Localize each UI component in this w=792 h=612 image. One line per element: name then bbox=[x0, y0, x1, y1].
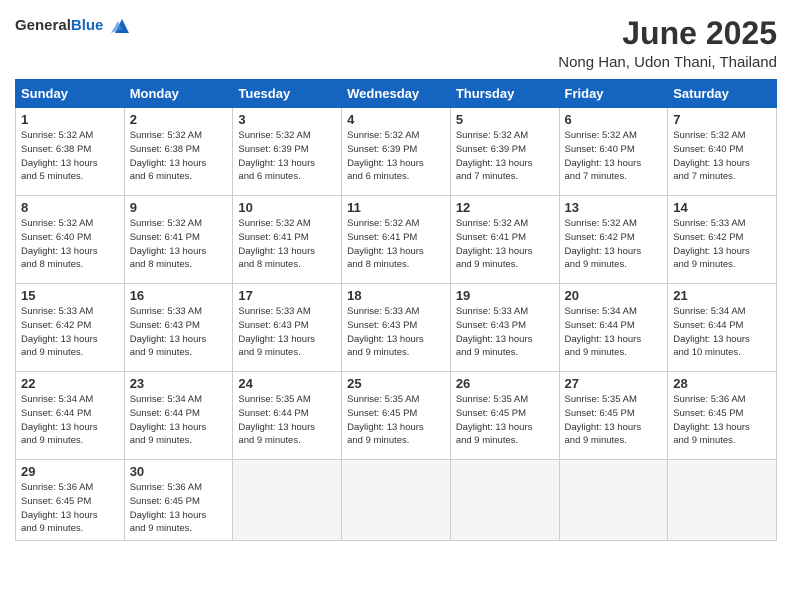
table-row: 16Sunrise: 5:33 AMSunset: 6:43 PMDayligh… bbox=[124, 284, 233, 372]
table-row: 6Sunrise: 5:32 AMSunset: 6:40 PMDaylight… bbox=[559, 108, 668, 196]
table-row: 28Sunrise: 5:36 AMSunset: 6:45 PMDayligh… bbox=[668, 372, 777, 460]
table-row: 4Sunrise: 5:32 AMSunset: 6:39 PMDaylight… bbox=[342, 108, 451, 196]
calendar-body: 1Sunrise: 5:32 AMSunset: 6:38 PMDaylight… bbox=[16, 108, 777, 541]
table-row bbox=[559, 460, 668, 541]
title-section: June 2025 Nong Han, Udon Thani, Thailand bbox=[558, 15, 777, 71]
header-monday: Monday bbox=[124, 80, 233, 108]
table-row: 9Sunrise: 5:32 AMSunset: 6:41 PMDaylight… bbox=[124, 196, 233, 284]
header: GeneralBlue June 2025 Nong Han, Udon Tha… bbox=[15, 15, 777, 71]
table-row bbox=[233, 460, 342, 541]
table-row: 21Sunrise: 5:34 AMSunset: 6:44 PMDayligh… bbox=[668, 284, 777, 372]
table-row: 19Sunrise: 5:33 AMSunset: 6:43 PMDayligh… bbox=[450, 284, 559, 372]
table-row: 1Sunrise: 5:32 AMSunset: 6:38 PMDaylight… bbox=[16, 108, 125, 196]
main-container: GeneralBlue June 2025 Nong Han, Udon Tha… bbox=[0, 0, 792, 551]
table-row: 10Sunrise: 5:32 AMSunset: 6:41 PMDayligh… bbox=[233, 196, 342, 284]
table-row: 29Sunrise: 5:36 AMSunset: 6:45 PMDayligh… bbox=[16, 460, 125, 541]
header-wednesday: Wednesday bbox=[342, 80, 451, 108]
logo-icon bbox=[111, 15, 133, 37]
header-thursday: Thursday bbox=[450, 80, 559, 108]
table-row: 5Sunrise: 5:32 AMSunset: 6:39 PMDaylight… bbox=[450, 108, 559, 196]
table-row: 14Sunrise: 5:33 AMSunset: 6:42 PMDayligh… bbox=[668, 196, 777, 284]
table-row: 22Sunrise: 5:34 AMSunset: 6:44 PMDayligh… bbox=[16, 372, 125, 460]
table-row: 18Sunrise: 5:33 AMSunset: 6:43 PMDayligh… bbox=[342, 284, 451, 372]
logo-text: GeneralBlue bbox=[15, 15, 133, 37]
table-row: 25Sunrise: 5:35 AMSunset: 6:45 PMDayligh… bbox=[342, 372, 451, 460]
table-row: 12Sunrise: 5:32 AMSunset: 6:41 PMDayligh… bbox=[450, 196, 559, 284]
table-row: 26Sunrise: 5:35 AMSunset: 6:45 PMDayligh… bbox=[450, 372, 559, 460]
table-row: 30Sunrise: 5:36 AMSunset: 6:45 PMDayligh… bbox=[124, 460, 233, 541]
table-row: 8Sunrise: 5:32 AMSunset: 6:40 PMDaylight… bbox=[16, 196, 125, 284]
table-row: 27Sunrise: 5:35 AMSunset: 6:45 PMDayligh… bbox=[559, 372, 668, 460]
table-row: 20Sunrise: 5:34 AMSunset: 6:44 PMDayligh… bbox=[559, 284, 668, 372]
logo: GeneralBlue bbox=[15, 15, 133, 37]
main-title: June 2025 bbox=[558, 15, 777, 52]
header-saturday: Saturday bbox=[668, 80, 777, 108]
table-row: 2Sunrise: 5:32 AMSunset: 6:38 PMDaylight… bbox=[124, 108, 233, 196]
header-friday: Friday bbox=[559, 80, 668, 108]
weekday-header-row: Sunday Monday Tuesday Wednesday Thursday… bbox=[16, 80, 777, 108]
table-row: 11Sunrise: 5:32 AMSunset: 6:41 PMDayligh… bbox=[342, 196, 451, 284]
table-row: 13Sunrise: 5:32 AMSunset: 6:42 PMDayligh… bbox=[559, 196, 668, 284]
table-row bbox=[668, 460, 777, 541]
logo-general: GeneralBlue bbox=[15, 17, 108, 34]
table-row: 23Sunrise: 5:34 AMSunset: 6:44 PMDayligh… bbox=[124, 372, 233, 460]
table-row: 24Sunrise: 5:35 AMSunset: 6:44 PMDayligh… bbox=[233, 372, 342, 460]
header-tuesday: Tuesday bbox=[233, 80, 342, 108]
table-row bbox=[342, 460, 451, 541]
table-row: 7Sunrise: 5:32 AMSunset: 6:40 PMDaylight… bbox=[668, 108, 777, 196]
calendar-table: Sunday Monday Tuesday Wednesday Thursday… bbox=[15, 79, 777, 541]
table-row: 15Sunrise: 5:33 AMSunset: 6:42 PMDayligh… bbox=[16, 284, 125, 372]
table-row: 17Sunrise: 5:33 AMSunset: 6:43 PMDayligh… bbox=[233, 284, 342, 372]
subtitle: Nong Han, Udon Thani, Thailand bbox=[558, 54, 777, 71]
table-row bbox=[450, 460, 559, 541]
table-row: 3Sunrise: 5:32 AMSunset: 6:39 PMDaylight… bbox=[233, 108, 342, 196]
header-sunday: Sunday bbox=[16, 80, 125, 108]
